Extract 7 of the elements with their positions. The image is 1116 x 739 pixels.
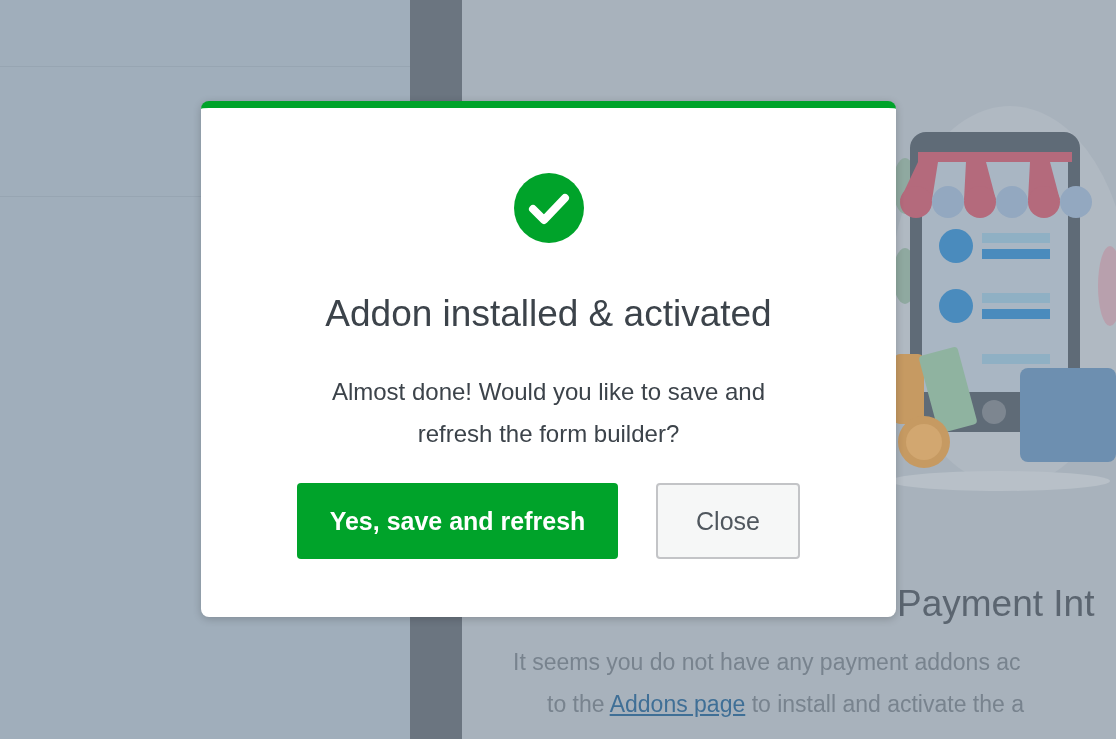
close-button[interactable]: Close	[656, 483, 800, 559]
check-circle-icon	[513, 173, 584, 243]
dialog-message: Almost done! Would you like to save and refresh the form builder?	[330, 377, 767, 449]
dialog-title: Addon installed & activated	[325, 293, 772, 335]
save-refresh-button[interactable]: Yes, save and refresh	[297, 483, 618, 559]
addons-page-link[interactable]: Addons page	[609, 691, 746, 717]
section-heading: Payment Int	[897, 583, 1096, 625]
